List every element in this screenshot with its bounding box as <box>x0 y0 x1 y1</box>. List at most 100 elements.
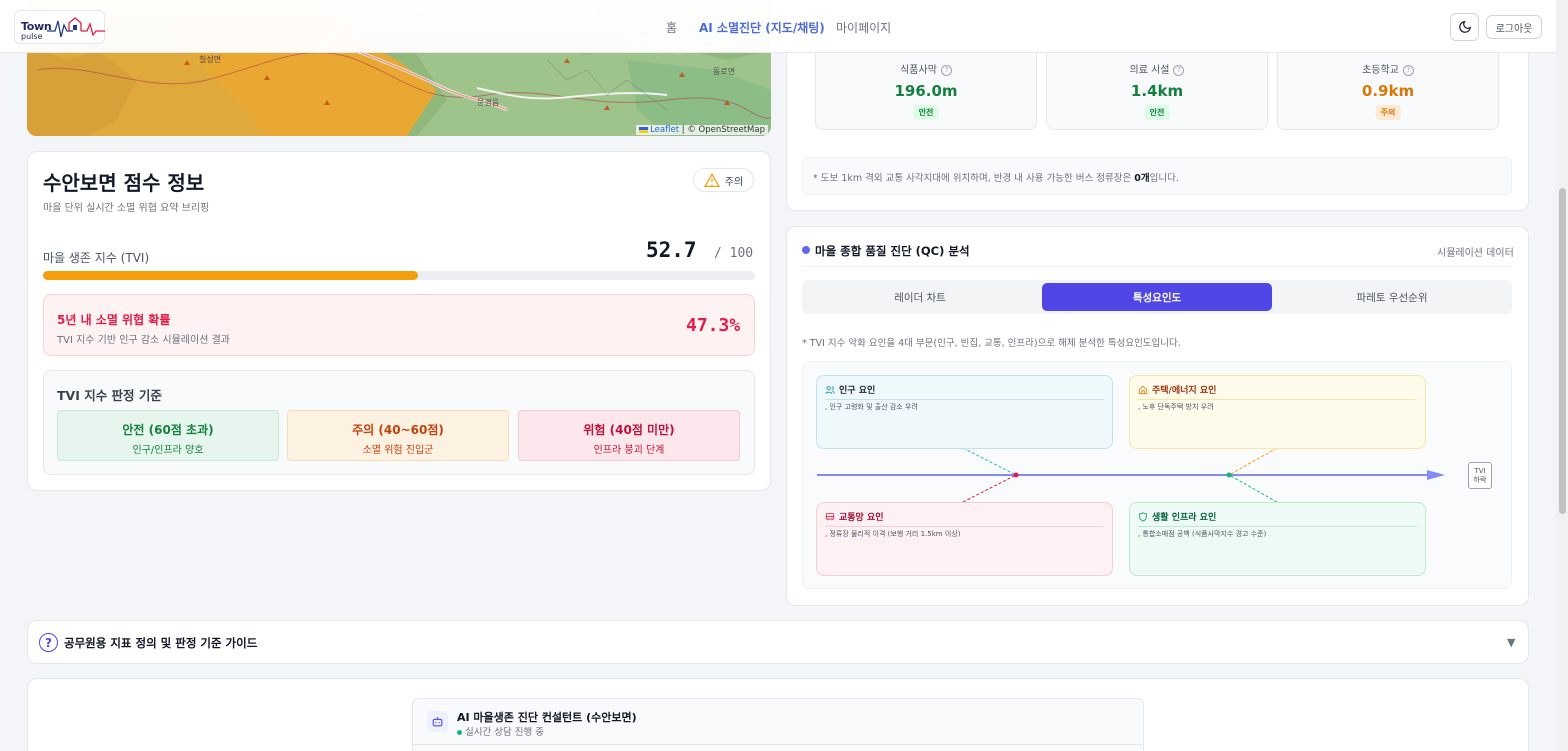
factor-transport: 교통망 요인 , 정류장 물리적 이격 (보행 거리 1.5km 이상) <box>816 502 1113 576</box>
map-attribution: Leaflet | © OpenStreetMap <box>636 125 768 135</box>
metric-value: 1.4km <box>1130 82 1184 100</box>
section-dot-icon <box>802 246 810 254</box>
fishbone-head: TVI 하락 <box>1468 462 1492 489</box>
nav-ai-diagnosis[interactable]: AI 소멸진단 (지도/채팅) <box>699 19 825 36</box>
osm-attribution: | © OpenStreetMap <box>679 125 765 135</box>
factor-population: 인구 요인 , 인구 고령화 및 출산 감소 우려 <box>816 375 1113 449</box>
bone-joint <box>1013 472 1019 478</box>
bus-stop-note: * 도보 1km 격외 교통 사각지대에 위치하며, 반경 내 사용 가능한 버… <box>802 157 1512 195</box>
bus-stop-count: 0개 <box>1134 173 1150 184</box>
bone-joint <box>1226 472 1232 478</box>
online-dot-icon <box>457 730 462 735</box>
metric-status: 안전 <box>913 105 939 120</box>
factor-detail: , 통합소매점 공백 (식품사막지수 경고 수준) <box>1138 530 1267 538</box>
risk-value: 47.3% <box>686 315 741 336</box>
criteria-label: 위험 (40점 미만) <box>583 423 675 437</box>
factor-title: 인구 요인 <box>839 386 876 396</box>
criteria-desc: 인프라 붕괴 단계 <box>593 445 665 456</box>
pulse-logo-icon <box>47 17 105 38</box>
fishbone-head-line2: 하락 <box>1473 476 1487 484</box>
criteria-danger: 위험 (40점 미만) 인프라 붕괴 단계 <box>518 410 740 461</box>
criteria-label: 주의 (40~60점) <box>352 423 444 437</box>
chevron-down-icon[interactable]: ▼ <box>1507 636 1515 649</box>
help-icon[interactable]: ? <box>1402 64 1414 76</box>
factor-title: 교통망 요인 <box>839 513 884 523</box>
bone-transport <box>962 474 1017 503</box>
map-label: 문경읍 <box>477 98 500 107</box>
help-icon[interactable]: ? <box>1173 64 1185 76</box>
factor-detail: , 정류장 물리적 이격 (보행 거리 1.5km 이상) <box>825 530 961 538</box>
arrow-head-icon <box>1427 470 1445 480</box>
criteria-desc: 소멸 위험 진입군 <box>362 445 434 456</box>
map-label: 동로면 <box>713 67 736 76</box>
risk-title: 5년 내 소멸 위협 확률 <box>57 313 171 327</box>
factor-title: 생활 인프라 요인 <box>1152 513 1217 523</box>
bus-note-text: * 도보 1km 격외 교통 사각지대에 위치하며, 반경 내 사용 가능한 버… <box>813 173 1135 184</box>
chat-status: 실시간 상담 진행 중 <box>457 724 544 738</box>
fishbone-head-line1: TVI <box>1474 467 1486 475</box>
flag-icon <box>639 126 649 133</box>
status-badge: 주의 <box>693 168 754 192</box>
tvi-progress-fill <box>43 271 419 280</box>
robot-icon <box>427 711 448 732</box>
chat-status-label: 실시간 상담 진행 중 <box>465 727 544 738</box>
logout-button[interactable]: 로그아웃 <box>1486 15 1542 39</box>
criteria-safe: 안전 (60점 초과) 인구/인프라 양호 <box>57 410 279 461</box>
tvi-label: 마을 생존 지수 (TVI) <box>43 251 150 265</box>
divider <box>412 744 1144 745</box>
bus-icon <box>825 512 835 520</box>
tab-radar-chart[interactable]: 레이더 차트 <box>805 283 1035 311</box>
nav-home[interactable]: 홈 <box>666 19 677 36</box>
bone-population <box>962 447 1017 476</box>
simulation-data-label: 시뮬레이션 데이터 <box>1437 248 1514 259</box>
metric-status: 주의 <box>1375 105 1401 120</box>
bone-infra <box>1228 474 1278 503</box>
home-icon <box>1138 385 1148 394</box>
factor-detail: , 인구 고령화 및 출산 감소 우려 <box>825 403 918 411</box>
risk-subtitle: TVI 지수 기반 인구 감소 시뮬레이션 결과 <box>57 335 230 346</box>
factor-detail: , 노후 단독주택 방치 우려 <box>1138 403 1214 411</box>
scrollbar-thumb[interactable] <box>1559 188 1566 514</box>
criteria-desc: 인구/인프라 양호 <box>132 445 204 456</box>
map-label: 칠성면 <box>199 55 222 64</box>
logo-subtext: pulse <box>21 32 43 41</box>
qc-title: 마을 종합 품질 진단 (QC) 분석 <box>815 244 970 258</box>
divider <box>802 266 1512 267</box>
help-icon[interactable]: ? <box>940 64 952 76</box>
tab-fishbone[interactable]: 특성요인도 <box>1042 283 1272 311</box>
bone-housing <box>1228 447 1278 476</box>
criteria-title: TVI 지수 판정 기준 <box>57 388 162 403</box>
chat-title: AI 마을생존 진단 컨설턴트 (수안보면) <box>457 711 637 724</box>
theme-toggle-button[interactable] <box>1450 13 1479 41</box>
metric-value: 0.9km <box>1361 82 1415 100</box>
tvi-value: 52.7 <box>646 238 697 262</box>
criteria-label: 안전 (60점 초과) <box>122 423 214 437</box>
guide-title[interactable]: 공무원용 지표 정의 및 판정 기준 가이드 <box>64 635 257 651</box>
metric-name: 식품사막 <box>900 65 937 76</box>
nav-mypage[interactable]: 마이페이지 <box>836 19 891 36</box>
factor-housing: 주택/에너지 요인 , 노후 단독주택 방치 우려 <box>1129 375 1426 449</box>
leaflet-link[interactable]: Leaflet <box>650 125 679 135</box>
warning-icon <box>703 173 720 187</box>
help-circle-icon: ? <box>39 633 58 652</box>
moon-icon <box>1458 21 1471 33</box>
metric-food-desert: 식품사막? 196.0m 안전 <box>815 40 1037 130</box>
bus-note-text-end: 입니다. <box>1149 173 1179 184</box>
score-title: 수안보면 점수 정보 <box>43 171 205 195</box>
factor-infrastructure: 생활 인프라 요인 , 통합소매점 공백 (식품사막지수 경고 수준) <box>1129 502 1426 576</box>
status-badge-label: 주의 <box>724 176 744 188</box>
app-logo[interactable]: Town pulse <box>14 10 105 44</box>
metric-name: 초등학교 <box>1362 65 1399 76</box>
score-subtitle: 마을 단위 실시간 소멸 위협 요약 브리핑 <box>43 203 210 214</box>
tvi-max: / 100 <box>714 246 754 261</box>
shield-icon <box>1139 511 1147 522</box>
factor-title: 주택/에너지 요인 <box>1152 386 1217 396</box>
metric-medical: 의료 시설? 1.4km 안전 <box>1046 40 1268 130</box>
tab-pareto[interactable]: 파레토 우선순위 <box>1277 283 1507 311</box>
users-icon <box>825 385 835 394</box>
qc-description: * TVI 지수 악화 요인을 4대 부문(인구, 빈집, 교통, 인프라)으로… <box>802 338 1181 349</box>
criteria-caution: 주의 (40~60점) 소멸 위험 진입군 <box>287 410 509 461</box>
metric-school: 초등학교? 0.9km 주의 <box>1277 40 1499 130</box>
metric-status: 안전 <box>1144 105 1170 120</box>
metric-value: 196.0m <box>894 82 958 100</box>
